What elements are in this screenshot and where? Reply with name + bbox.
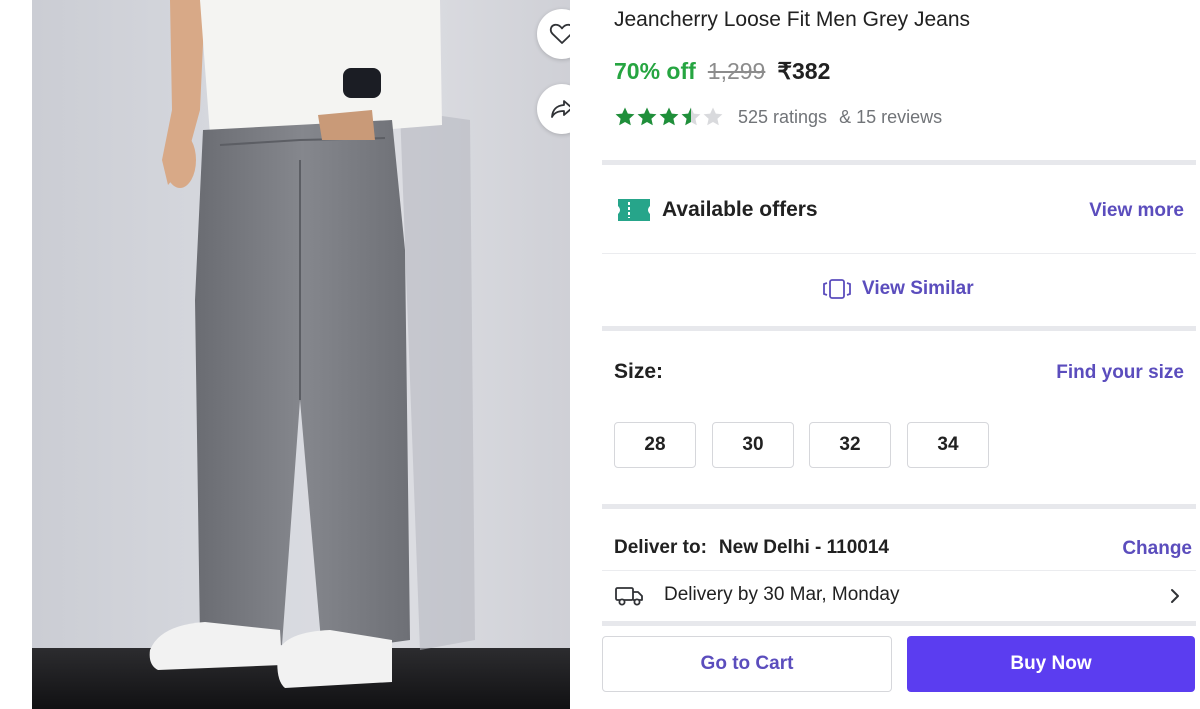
chevron-right-icon — [1171, 589, 1179, 603]
product-details: Jeancherry Loose Fit Men Grey Jeans 70% … — [602, 0, 1198, 709]
divider — [602, 326, 1196, 331]
size-option-32[interactable]: 32 — [809, 422, 891, 468]
star-icon — [703, 107, 723, 126]
ratings-count: 525 ratings — [738, 106, 828, 127]
offers-label: Available offers — [662, 198, 818, 221]
size-option-28[interactable]: 28 — [614, 422, 696, 468]
find-your-size-link[interactable]: Find your size — [1056, 362, 1184, 384]
divider — [602, 253, 1196, 254]
view-similar-button[interactable]: View Similar — [822, 278, 974, 300]
discount-percent: 70% off — [614, 58, 696, 84]
delivery-estimate: Delivery by 30 Mar, Monday — [664, 584, 900, 605]
buy-now-button[interactable]: Buy Now — [907, 636, 1195, 692]
star-icon — [637, 107, 657, 126]
star-rating — [614, 106, 724, 128]
rating-row[interactable]: 525 ratings & 15 reviews — [614, 106, 954, 128]
star-icon — [681, 107, 701, 126]
size-option-34[interactable]: 34 — [907, 422, 989, 468]
view-similar-label: View Similar — [862, 278, 974, 299]
delivery-estimate-row[interactable]: Delivery by 30 Mar, Monday — [614, 583, 1194, 607]
delivery-location: New Delhi - 110014 — [718, 537, 889, 558]
price-row: 70% off 1,299 ₹382 — [614, 58, 830, 85]
divider — [602, 621, 1196, 626]
go-to-cart-button[interactable]: Go to Cart — [602, 636, 892, 692]
share-icon — [551, 100, 570, 118]
original-price: 1,299 — [707, 58, 766, 84]
deliver-to: Deliver to: New Delhi - 110014 — [614, 537, 889, 559]
divider — [602, 570, 1196, 571]
view-more-offers-link[interactable]: View more — [1089, 200, 1184, 222]
divider — [602, 160, 1196, 165]
star-icon — [659, 107, 679, 126]
available-offers: Available offers — [616, 196, 818, 224]
change-location-link[interactable]: Change — [1122, 538, 1192, 560]
size-option-30[interactable]: 30 — [712, 422, 794, 468]
product-title: Jeancherry Loose Fit Men Grey Jeans — [614, 8, 970, 31]
truck-icon — [615, 587, 643, 606]
view-similar-icon — [823, 279, 851, 299]
product-image[interactable] — [0, 0, 570, 709]
offer-ticket-icon — [618, 199, 650, 221]
size-label: Size: — [614, 360, 664, 383]
star-icon — [615, 107, 635, 126]
deliver-to-label: Deliver to: — [614, 537, 707, 558]
reviews-count: & 15 reviews — [839, 106, 943, 127]
model-illustration — [149, 0, 475, 688]
divider — [602, 504, 1196, 509]
heart-icon — [549, 23, 570, 44]
selling-price: ₹382 — [777, 58, 831, 84]
